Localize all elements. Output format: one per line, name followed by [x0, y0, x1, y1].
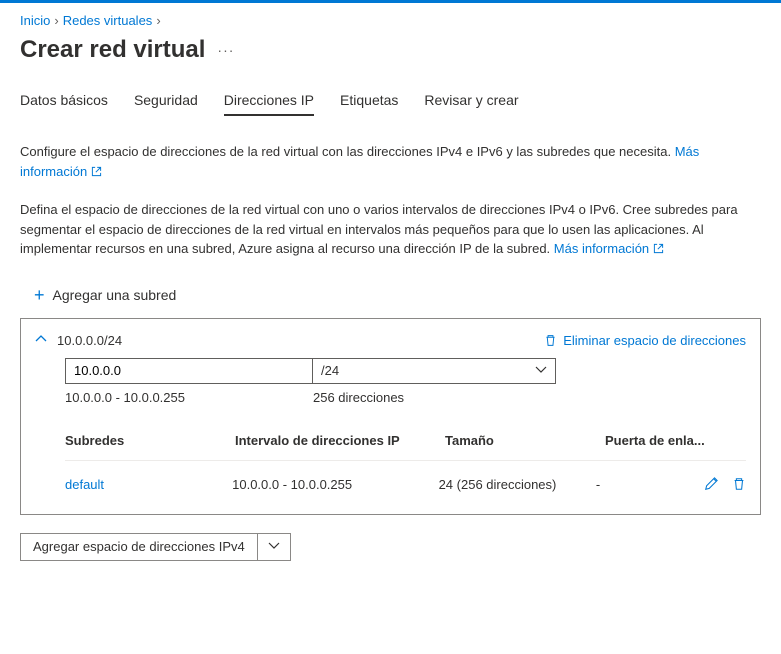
th-range: Intervalo de direcciones IP: [235, 433, 445, 448]
th-subnets: Subredes: [65, 433, 235, 448]
address-space-title: 10.0.0.0/24: [57, 333, 122, 348]
add-address-space-dropdown[interactable]: Agregar espacio de direcciones IPv4: [20, 533, 291, 561]
tab-tags[interactable]: Etiquetas: [340, 92, 398, 116]
add-subnet-label: Agregar una subred: [53, 287, 177, 303]
subnet-size: 24 (256 direcciones): [439, 477, 596, 492]
add-address-space-label: Agregar espacio de direcciones IPv4: [21, 539, 257, 554]
trash-icon: [732, 477, 746, 491]
pencil-icon: [704, 477, 718, 491]
ip-address-input[interactable]: [65, 358, 313, 384]
plus-icon: +: [34, 286, 45, 304]
trash-icon: [544, 334, 557, 347]
subnets-table: Subredes Intervalo de direcciones IP Tam…: [65, 433, 746, 496]
page-title: Crear red virtual: [20, 36, 205, 64]
tabs: Datos básicos Seguridad Direcciones IP E…: [20, 92, 761, 116]
breadcrumb-home[interactable]: Inicio: [20, 13, 50, 28]
tab-basics[interactable]: Datos básicos: [20, 92, 108, 116]
breadcrumb: Inicio › Redes virtuales ›: [20, 13, 761, 28]
add-subnet-button[interactable]: + Agregar una subred: [34, 286, 176, 304]
breadcrumb-vnets[interactable]: Redes virtuales: [63, 13, 153, 28]
description-2: Defina el espacio de direcciones de la r…: [20, 200, 761, 260]
edit-subnet-button[interactable]: [704, 477, 718, 491]
ip-range-help: 10.0.0.0 - 10.0.0.255: [65, 390, 313, 405]
chevron-down-icon: [535, 363, 547, 378]
cidr-select-value: /24: [321, 363, 339, 378]
subnet-name-link[interactable]: default: [65, 477, 104, 492]
address-space-panel: 10.0.0.0/24 Eliminar espacio de direccio…: [20, 318, 761, 515]
tab-security[interactable]: Seguridad: [134, 92, 198, 116]
table-row: default 10.0.0.0 - 10.0.0.255 24 (256 di…: [65, 460, 746, 496]
delete-address-space-button[interactable]: Eliminar espacio de direcciones: [544, 333, 746, 348]
delete-subnet-button[interactable]: [732, 477, 746, 491]
more-actions-button[interactable]: ···: [217, 42, 234, 58]
chevron-right-icon: ›: [156, 13, 160, 28]
th-size: Tamaño: [445, 433, 605, 448]
tab-ip-addresses[interactable]: Direcciones IP: [224, 92, 314, 116]
subnet-gateway: -: [596, 477, 704, 492]
th-gateway: Puerta de enla...: [605, 433, 715, 448]
ip-count-help: 256 direcciones: [313, 390, 557, 405]
subnet-range: 10.0.0.0 - 10.0.0.255: [232, 477, 438, 492]
description-1: Configure el espacio de direcciones de l…: [20, 142, 761, 182]
collapse-toggle[interactable]: [35, 333, 47, 348]
chevron-down-icon: [258, 539, 290, 554]
cidr-select[interactable]: /24: [312, 358, 556, 384]
tab-review[interactable]: Revisar y crear: [424, 92, 518, 116]
delete-address-space-label: Eliminar espacio de direcciones: [563, 333, 746, 348]
external-link-icon: [91, 163, 102, 183]
external-link-icon: [653, 240, 664, 260]
chevron-right-icon: ›: [54, 13, 58, 28]
learn-more-link-2[interactable]: Más información: [554, 241, 664, 256]
